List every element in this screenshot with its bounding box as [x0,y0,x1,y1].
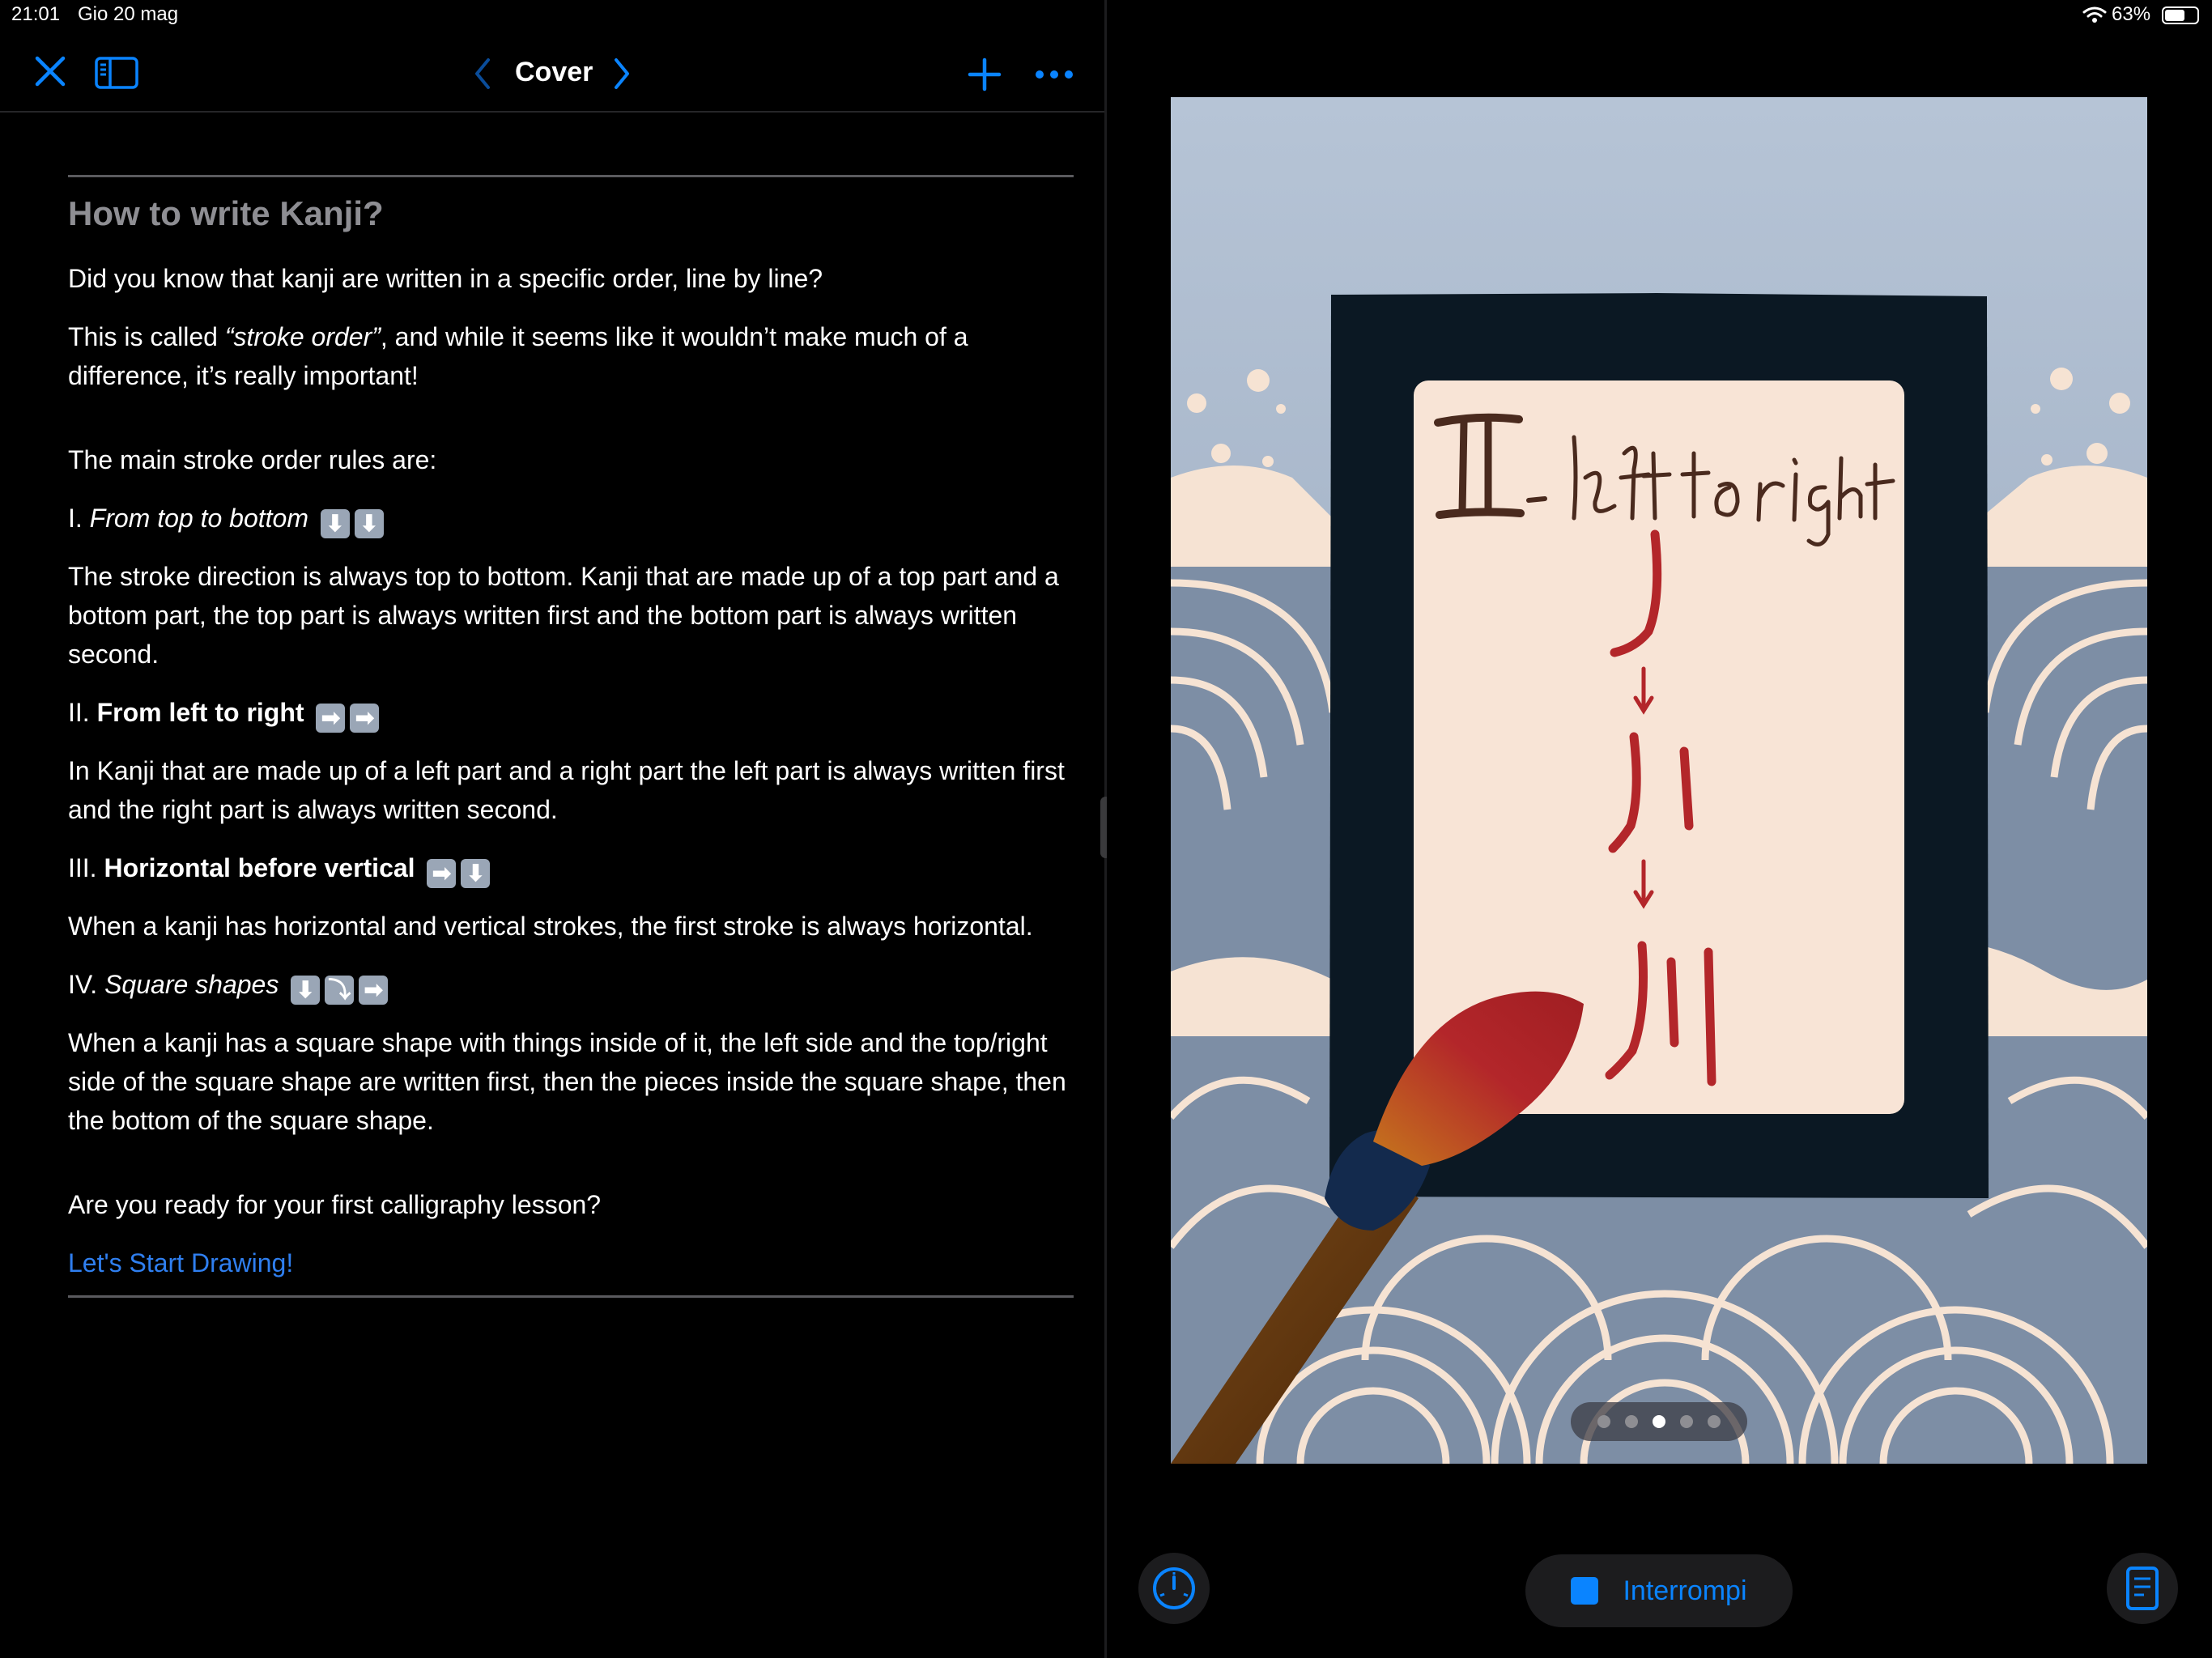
rule-1-number: I. [68,504,90,533]
start-drawing-link[interactable]: Let's Start Drawing! [68,1244,1080,1282]
page-dot[interactable] [1680,1415,1693,1428]
stop-icon [1571,1577,1599,1605]
right-arrow-icon: ➡ [359,976,389,1005]
right-arrow-icon: ➡ [427,859,457,888]
wifi-icon [2081,5,2108,26]
page-dot[interactable] [1597,1415,1610,1428]
page-dot[interactable] [1708,1415,1721,1428]
stop-button[interactable]: Interrompi [1525,1554,1793,1627]
page-dot[interactable] [1625,1415,1638,1428]
document-body: How to write Kanji? Did you know that ka… [68,0,1080,1658]
battery-icon [2162,6,2199,24]
right-arrow-icon: ➡ [350,704,380,733]
rule-1-title: From top to bottom [89,504,308,533]
document-icon[interactable] [2107,1553,2178,1624]
left-wave [1171,567,1341,988]
doc-heading: How to write Kanji? [68,194,384,232]
bottom-rule [68,1295,1074,1298]
stroke-order-paragraph: This is called “stroke order”, and while… [68,317,1080,395]
down-arrow-icon: ⬇ [291,976,321,1005]
rule-1-text: The stroke direction is always top to bo… [68,562,1059,669]
p2-before: This is called [68,322,225,351]
rule-4-number: IV. [68,970,105,999]
rule-3-number: III. [68,853,104,882]
curved-arrow-icon: ⤵ [325,976,355,1005]
page-indicator[interactable] [1571,1402,1747,1441]
rule-3-heading: III. Horizontal before vertical ➡ ⬇ [68,848,1080,888]
close-icon[interactable] [28,49,73,94]
status-time: 21:01 [11,3,61,25]
right-arrow-icon: ➡ [316,704,346,733]
speedometer-icon[interactable] [1138,1553,1210,1624]
page-dot[interactable] [1653,1415,1665,1428]
lesson-artwork[interactable] [1171,97,2147,1464]
rule-4-title: Square shapes [104,970,279,999]
rules-intro: The main stroke order rules are: [68,445,437,474]
battery-percent: 63% [2112,3,2151,25]
rule-4-heading: IV. Square shapes ⬇ ⤵ ➡ [68,965,1080,1005]
ready-question: Are you ready for your first calligraphy… [68,1190,602,1219]
down-arrow-icon: ⬇ [354,509,384,538]
p2-italic: “stroke order” [224,322,381,351]
rule-2-text: In Kanji that are made up of a left part… [68,756,1065,824]
stop-button-label: Interrompi [1623,1575,1747,1606]
down-arrow-icon: ⬇ [461,859,491,888]
right-wave [1977,567,2147,988]
rule-2-number: II. [68,698,97,727]
intro-paragraph: Did you know that kanji are written in a… [68,264,823,293]
rule-2-title: From left to right [96,698,304,727]
rule-4-text: When a kanji has a square shape with thi… [68,1028,1066,1135]
rule-3-text: When a kanji has horizontal and vertical… [68,912,1033,941]
down-arrow-icon: ⬇ [320,509,350,538]
rule-3-title: Horizontal before vertical [104,853,415,882]
rule-1-heading: I. From top to bottom ⬇ ⬇ [68,499,1080,538]
rule-2-heading: II. From left to right ➡ ➡ [68,693,1080,733]
battery-fill [2165,10,2184,21]
